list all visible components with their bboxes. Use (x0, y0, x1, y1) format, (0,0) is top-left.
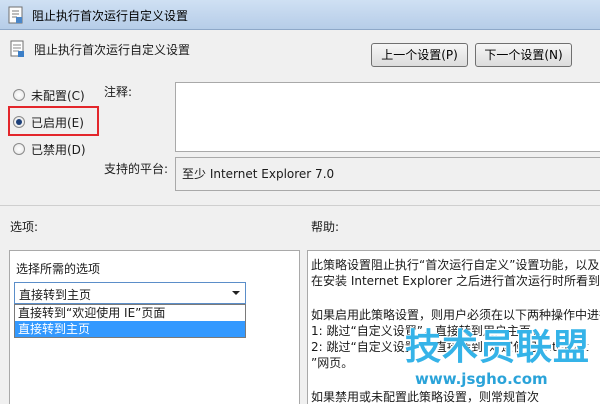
help-text-line: 此策略设置阻止执行“首次运行自定义”设置功能，以及 (311, 258, 600, 272)
window-titlebar: 阻止执行首次运行自定义设置 (0, 0, 600, 30)
options-panel: 选择所需的选项 直接转到主页 直接转到“欢迎使用 IE”页面 直接转到主页 (9, 250, 300, 404)
policy-document-icon (10, 40, 24, 57)
comment-label: 注释: (104, 85, 133, 99)
radio-enabled[interactable]: 已启用(E) (10, 113, 100, 131)
radio-disabled[interactable]: 已禁用(D) (10, 140, 100, 158)
policy-name: 阻止执行首次运行自定义设置 (34, 43, 191, 57)
option-select[interactable]: 直接转到主页 (14, 282, 246, 304)
comment-textarea[interactable] (175, 82, 600, 152)
option-select-value: 直接转到主页 (19, 288, 92, 302)
window-title: 阻止执行首次运行自定义设置 (32, 9, 189, 23)
radio-not-configured[interactable]: 未配置(C) (10, 86, 100, 104)
radio-label: 已禁用(D) (31, 143, 86, 157)
watermark-logo-text: 技术员联盟 (405, 327, 591, 368)
policy-header: 阻止执行首次运行自定义设置 (10, 40, 340, 60)
radio-button-icon[interactable] (13, 143, 25, 155)
radio-label: 未配置(C) (31, 89, 85, 103)
supported-platform-field: 至少 Internet Explorer 7.0 (175, 157, 600, 191)
option-dropdown-list: 直接转到“欢迎使用 IE”页面 直接转到主页 (14, 304, 246, 338)
help-section-label: 帮助: (311, 220, 340, 234)
radio-button-selected-icon[interactable] (13, 116, 25, 128)
options-title: 选择所需的选项 (16, 262, 101, 276)
chevron-down-icon[interactable] (227, 283, 245, 303)
radio-button-icon[interactable] (13, 89, 25, 101)
help-text-line: ”网页。 (311, 356, 354, 370)
dropdown-item-home-page[interactable]: 直接转到主页 (15, 321, 245, 337)
help-text-line: 在安装 Internet Explorer 之后进行首次运行时所看到的 (311, 274, 600, 288)
site-watermark: 技术员联盟 www.jsgho.com (405, 318, 600, 404)
options-section-label: 选项: (10, 220, 39, 234)
dropdown-item-welcome-page[interactable]: 直接转到“欢迎使用 IE”页面 (15, 305, 245, 321)
section-divider (0, 205, 600, 206)
radio-label: 已启用(E) (31, 116, 84, 130)
supported-platform-label: 支持的平台: (104, 162, 169, 176)
policy-setting-icon (8, 6, 23, 24)
supported-platform-value: 至少 Internet Explorer 7.0 (182, 167, 335, 181)
watermark-url: www.jsgho.com (415, 370, 548, 388)
previous-setting-button[interactable]: 上一个设置(P) (371, 43, 468, 67)
next-setting-button[interactable]: 下一个设置(N) (475, 43, 572, 67)
